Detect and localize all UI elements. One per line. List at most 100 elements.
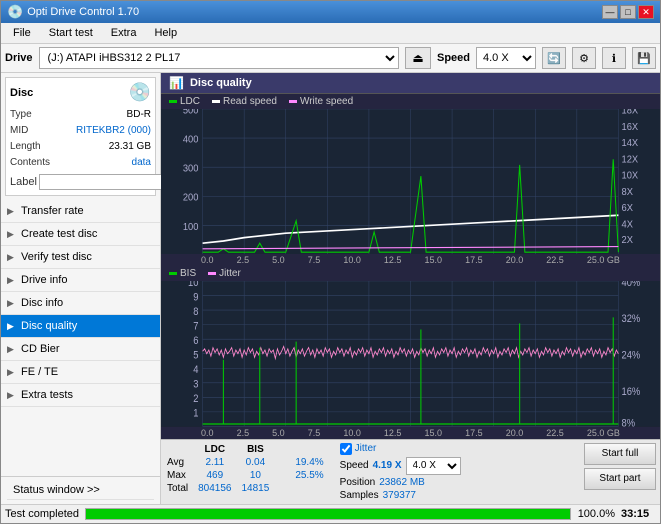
legend-jitter: Jitter xyxy=(208,268,241,279)
progress-bar-fill xyxy=(86,509,570,519)
svg-text:9: 9 xyxy=(193,292,199,304)
arrow-icon: ▶ xyxy=(7,229,14,240)
svg-text:500: 500 xyxy=(183,109,199,117)
stats-right: Jitter Speed 4.19 X 4.0 X Position 23862… xyxy=(340,443,461,501)
start-full-button[interactable]: Start full xyxy=(584,443,656,465)
nav-disc-info-label: Disc info xyxy=(21,297,63,309)
settings-button[interactable]: ⚙ xyxy=(572,47,596,69)
arrow-icon: ▶ xyxy=(7,275,14,286)
nav-verify-test-disc-label: Verify test disc xyxy=(21,251,92,263)
start-part-button[interactable]: Start part xyxy=(584,468,656,490)
samples-row: Samples 379377 xyxy=(340,490,461,501)
top-chart-legend: LDC Read speed Write speed xyxy=(161,94,660,109)
close-button[interactable]: ✕ xyxy=(638,5,654,19)
chart-title: Disc quality xyxy=(190,77,252,89)
progress-percent: 100.0% xyxy=(577,508,615,520)
nav-extra-tests-label: Extra tests xyxy=(21,389,73,401)
speed-select[interactable]: 4.0 X xyxy=(476,47,536,69)
legend-jitter-label: Jitter xyxy=(219,268,241,279)
sidebar-item-verify-test-disc[interactable]: ▶ Verify test disc xyxy=(1,246,160,269)
svg-text:7: 7 xyxy=(193,321,199,333)
bottom-chart-xaxis: 0.0 2.5 5.0 7.5 10.0 12.5 15.0 17.5 20.0… xyxy=(161,427,660,439)
svg-text:3: 3 xyxy=(193,379,199,391)
total-label: Total xyxy=(165,482,196,495)
svg-text:16%: 16% xyxy=(622,387,641,399)
status-window-button[interactable]: Status window >> xyxy=(7,481,154,500)
col-bis: BIS xyxy=(240,443,278,456)
arrow-icon: ▶ xyxy=(7,252,14,263)
menu-help[interactable]: Help xyxy=(146,25,185,41)
top-chart-visual: 500 400 300 200 100 18X 16X 14X 12X xyxy=(161,109,660,254)
arrow-icon: ▶ xyxy=(7,344,14,355)
label-input[interactable] xyxy=(39,174,177,190)
sidebar-item-cd-bier[interactable]: ▶ CD Bier xyxy=(1,338,160,361)
refresh-button[interactable]: 🔄 xyxy=(542,47,566,69)
avg-bis: 0.04 xyxy=(240,456,278,469)
speed-label: Speed xyxy=(437,52,470,64)
svg-text:4: 4 xyxy=(193,365,199,377)
sidebar-item-extra-tests[interactable]: ▶ Extra tests xyxy=(1,384,160,407)
mid-value: RITEKBR2 (000) xyxy=(76,123,151,139)
eject-button[interactable]: ⏏ xyxy=(405,47,431,69)
position-value: 23862 MB xyxy=(379,477,425,488)
svg-text:6X: 6X xyxy=(622,203,634,214)
avg-ldc: 2.11 xyxy=(196,456,239,469)
minimize-button[interactable]: — xyxy=(602,5,618,19)
bottom-chart-legend: BIS Jitter xyxy=(161,266,660,281)
sidebar: Disc 💿 Type BD-R MID RITEKBR2 (000) Leng… xyxy=(1,73,161,504)
menu-file[interactable]: File xyxy=(5,25,39,41)
mid-label: MID xyxy=(10,123,28,139)
drive-select[interactable]: (J:) ATAPI iHBS312 2 PL17 xyxy=(39,47,399,69)
svg-text:16X: 16X xyxy=(622,122,639,133)
stats-table: LDC BIS Avg 2.11 0.04 19.4% Max 4 xyxy=(165,443,332,495)
sidebar-item-transfer-rate[interactable]: ▶ Transfer rate xyxy=(1,200,160,223)
svg-text:14X: 14X xyxy=(622,138,639,149)
contents-label: Contents xyxy=(10,155,50,171)
nav-create-test-disc-label: Create test disc xyxy=(21,228,97,240)
toolbar: Drive (J:) ATAPI iHBS312 2 PL17 ⏏ Speed … xyxy=(1,44,660,73)
total-bis: 14815 xyxy=(240,482,278,495)
drive-label: Drive xyxy=(5,52,33,64)
position-row: Position 23862 MB xyxy=(340,477,461,488)
length-value: 23.31 GB xyxy=(109,139,151,155)
sidebar-item-create-test-disc[interactable]: ▶ Create test disc xyxy=(1,223,160,246)
menu-bar: File Start test Extra Help xyxy=(1,23,660,44)
disc-icon: 💿 xyxy=(129,82,151,103)
speed-select-stats[interactable]: 4.0 X xyxy=(406,457,461,475)
svg-text:24%: 24% xyxy=(622,350,641,362)
jitter-checkbox[interactable] xyxy=(340,443,352,455)
legend-read-speed: Read speed xyxy=(212,96,277,107)
save-button[interactable]: 💾 xyxy=(632,47,656,69)
arrow-icon: ▶ xyxy=(7,206,14,217)
menu-start-test[interactable]: Start test xyxy=(41,25,101,41)
menu-extra[interactable]: Extra xyxy=(103,25,145,41)
main-area: Disc 💿 Type BD-R MID RITEKBR2 (000) Leng… xyxy=(1,73,660,504)
top-chart-xaxis: 0.0 2.5 5.0 7.5 10.0 12.5 15.0 17.5 20.0… xyxy=(161,254,660,266)
disc-panel: Disc 💿 Type BD-R MID RITEKBR2 (000) Leng… xyxy=(5,77,156,196)
maximize-button[interactable]: □ xyxy=(620,5,636,19)
svg-text:2X: 2X xyxy=(622,235,634,246)
sidebar-item-disc-info[interactable]: ▶ Disc info xyxy=(1,292,160,315)
speed-text-label: Speed xyxy=(340,460,369,471)
info-button[interactable]: ℹ xyxy=(602,47,626,69)
type-label: Type xyxy=(10,107,32,123)
svg-text:10X: 10X xyxy=(622,170,639,181)
svg-text:32%: 32% xyxy=(622,314,641,326)
sidebar-item-drive-info[interactable]: ▶ Drive info xyxy=(1,269,160,292)
legend-bis: BIS xyxy=(169,268,196,279)
svg-text:8%: 8% xyxy=(622,418,636,427)
svg-text:18X: 18X xyxy=(622,109,639,117)
max-jitter: 25.5% xyxy=(293,469,331,482)
time-display: 33:15 xyxy=(621,508,656,520)
sidebar-item-fe-te[interactable]: ▶ FE / TE xyxy=(1,361,160,384)
svg-text:5: 5 xyxy=(193,350,199,362)
contents-value: data xyxy=(132,155,151,171)
legend-ldc-label: LDC xyxy=(180,96,200,107)
sidebar-item-disc-quality[interactable]: ▶ Disc quality xyxy=(1,315,160,338)
type-value: BD-R xyxy=(127,107,151,123)
progress-bar-container xyxy=(85,508,571,520)
top-chart-section: LDC Read speed Write speed xyxy=(161,94,660,266)
bottom-chart-section: BIS Jitter xyxy=(161,266,660,438)
legend-bis-label: BIS xyxy=(180,268,196,279)
jitter-row: Jitter xyxy=(340,443,461,455)
